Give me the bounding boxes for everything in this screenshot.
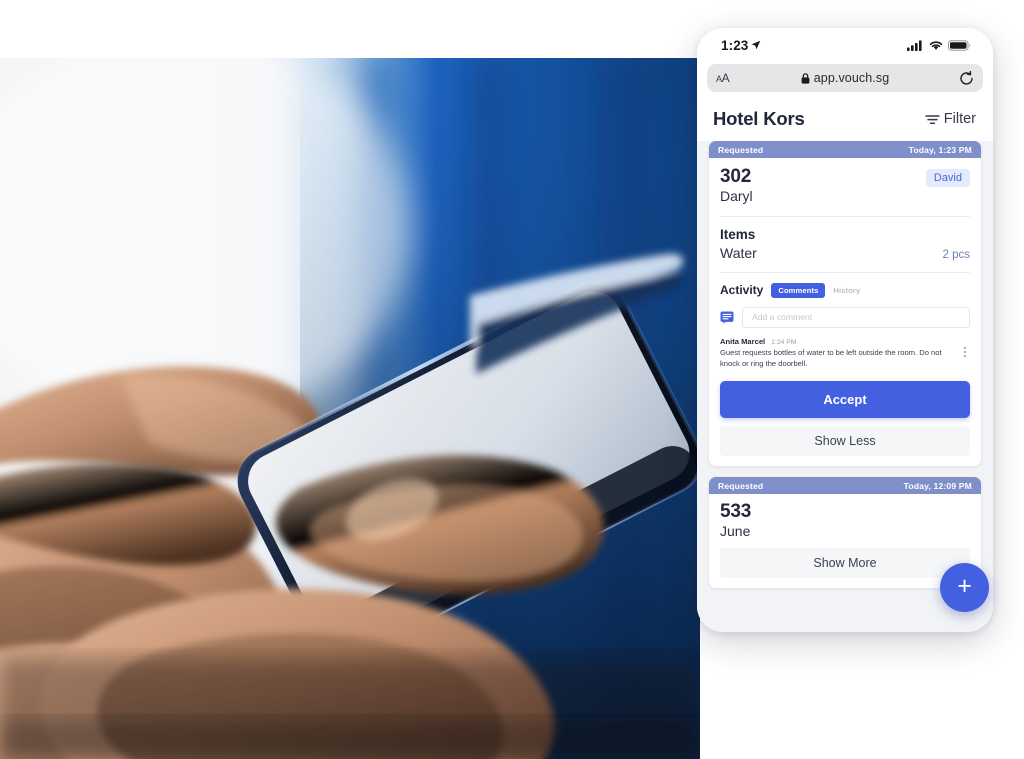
reload-icon (960, 70, 973, 85)
status-badge: Requested (718, 480, 764, 491)
kebab-menu-icon[interactable] (960, 337, 970, 357)
battery-full-icon (948, 39, 971, 51)
reload-button[interactable] (959, 70, 974, 86)
request-card[interactable]: Requested Today, 12:09 PM 533 June Show … (709, 477, 981, 589)
comment-input[interactable]: Add a comment (742, 306, 970, 328)
phone-mockup: 1:23 AA app.vouch.sg Hotel Kors Filter R… (697, 28, 993, 632)
card-status-bar: Requested Today, 1:23 PM (709, 141, 981, 158)
card-timestamp: Today, 12:09 PM (903, 480, 972, 491)
request-card[interactable]: Requested Today, 1:23 PM 302 Daryl David… (709, 141, 981, 467)
signal-bars-icon (907, 39, 922, 51)
wifi-icon (929, 40, 943, 50)
status-time: 1:23 (721, 37, 749, 53)
guest-name: Daryl (720, 187, 753, 204)
card-timestamp: Today, 1:23 PM (908, 144, 972, 155)
screenshot-canvas: 1:23 AA app.vouch.sg Hotel Kors Filter R… (0, 0, 1024, 759)
guest-name: June (720, 523, 751, 540)
background-photo (0, 58, 700, 759)
tab-history[interactable]: History (833, 286, 860, 295)
card-status-bar: Requested Today, 12:09 PM (709, 477, 981, 495)
url-text: app.vouch.sg (813, 71, 890, 85)
divider (720, 215, 970, 217)
divider (720, 271, 970, 273)
comment-time: 1:24 PM (771, 338, 797, 346)
comment-composer[interactable]: Add a comment (720, 306, 970, 328)
address-bar[interactable]: AAAA app.vouch.sg (707, 64, 983, 92)
plus-icon: + (957, 571, 972, 600)
accept-button[interactable]: Accept (720, 381, 970, 419)
request-list[interactable]: Requested Today, 1:23 PM 302 Daryl David… (697, 141, 993, 632)
text-size-button[interactable]: AAAA (716, 71, 742, 85)
location-arrow-icon (752, 40, 761, 50)
comment-text: Guest requests bottles of water to be le… (720, 347, 942, 368)
tab-comments[interactable]: Comments (771, 282, 826, 298)
filter-label: Filter (943, 111, 976, 127)
status-bar: 1:23 (697, 28, 993, 62)
status-badge: Requested (718, 144, 764, 155)
assignee-badge[interactable]: David (925, 169, 970, 187)
room-row: 302 Daryl David (720, 167, 970, 205)
browser-chrome: AAAA app.vouch.sg (697, 62, 993, 101)
filter-icon (925, 114, 940, 124)
activity-label: Activity (720, 283, 764, 298)
item-quantity: 2 pcs (942, 248, 971, 261)
lock-icon (801, 72, 810, 84)
status-icons (907, 39, 971, 51)
room-number: 302 (720, 166, 752, 187)
url-display: app.vouch.sg (707, 71, 983, 85)
app-header: Hotel Kors Filter (697, 101, 993, 141)
comment-item: Anita Marcel 1:24 PM Guest requests bott… (720, 337, 970, 372)
add-request-fab[interactable]: + (940, 563, 989, 612)
comment-author: Anita Marcel (720, 336, 766, 346)
item-row: Water 2 pcs (720, 245, 970, 261)
filter-button[interactable]: Filter (925, 111, 976, 127)
item-name: Water (720, 244, 757, 261)
show-less-button[interactable]: Show Less (720, 426, 970, 457)
items-title: Items (720, 226, 756, 242)
activity-header: Activity Comments History (720, 282, 970, 298)
page-title: Hotel Kors (713, 108, 805, 129)
comment-placeholder: Add a comment (752, 312, 813, 323)
room-number: 533 (720, 501, 752, 523)
status-time-group: 1:23 (721, 38, 761, 53)
comment-icon (720, 311, 734, 324)
show-more-button[interactable]: Show More (720, 548, 970, 579)
